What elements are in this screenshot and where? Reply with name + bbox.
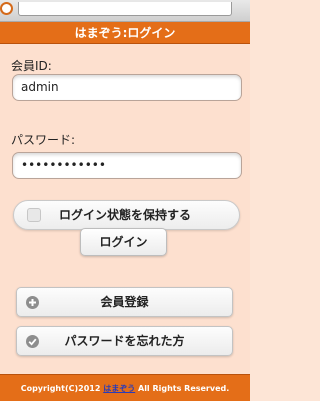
address-bar[interactable] <box>18 2 232 16</box>
rights-text: All Rights Reserved. <box>138 384 230 393</box>
remember-login-toggle[interactable]: ログイン状態を保持する <box>13 200 240 230</box>
login-form: 会員ID: admin パスワード: •••••••••••• ログイン状態を保… <box>0 44 250 374</box>
forgot-password-button[interactable]: パスワードを忘れた方 <box>16 326 233 356</box>
footer: Copyright(C)2012 はまぞう All Rights Reserve… <box>0 374 250 401</box>
login-button[interactable]: ログイン <box>80 228 167 256</box>
remember-label: ログイン状態を保持する <box>59 208 192 222</box>
page-header: はまぞう:ログイン <box>0 22 250 44</box>
register-label: 会員登録 <box>100 295 149 309</box>
password-label: パスワード: <box>11 133 76 147</box>
favicon-icon <box>0 2 13 15</box>
remember-checkbox[interactable] <box>27 208 41 222</box>
member-id-field[interactable]: admin <box>12 74 242 101</box>
member-id-label: 会員ID: <box>11 59 52 73</box>
page-title: はまぞう:ログイン <box>74 26 176 40</box>
brand-link[interactable]: はまぞう <box>103 384 135 393</box>
register-button[interactable]: 会員登録 <box>16 287 233 317</box>
password-field[interactable]: •••••••••••• <box>12 152 242 179</box>
copyright-text: Copyright(C)2012 <box>20 384 101 393</box>
browser-toolbar <box>0 0 250 22</box>
forgot-password-label: パスワードを忘れた方 <box>64 334 185 348</box>
